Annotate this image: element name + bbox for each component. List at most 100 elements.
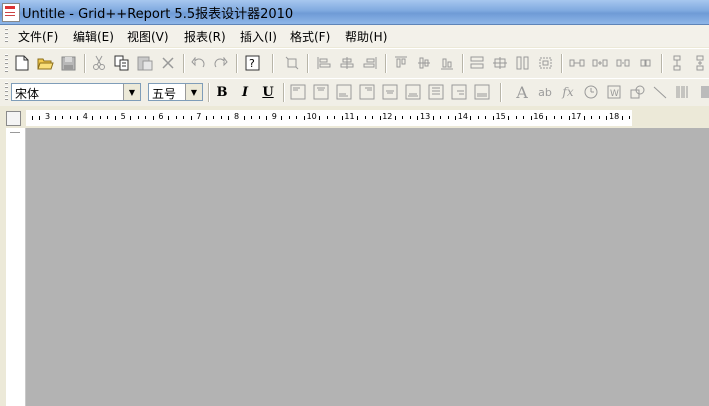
toolbar-grip[interactable] [5,54,8,72]
menu-insert[interactable]: 插入(I) [240,28,277,45]
text-align-bottom-center-icon[interactable] [404,83,422,101]
ruler-tick [31,116,33,120]
vertical-ruler[interactable] [6,128,26,406]
cut-icon[interactable] [90,54,108,72]
underline-button[interactable]: U [259,83,277,101]
toolbar-separator [385,54,387,73]
delete-icon[interactable] [159,54,177,72]
same-size-icon[interactable] [491,54,509,72]
field-box-icon[interactable]: ab [536,83,554,101]
align-center-icon[interactable] [338,54,356,72]
ruler-tick [629,116,631,119]
menu-report[interactable]: 报表(R) [184,28,226,45]
ruler-tick [568,116,570,120]
ruler-tick [39,116,41,120]
text-align-bottom-left-icon[interactable] [335,83,353,101]
decrease-hspace-icon[interactable] [614,54,632,72]
ruler-tick [334,116,336,119]
text-align-middle-right-icon[interactable] [427,83,445,101]
copy-icon[interactable] [113,54,131,72]
ruler-tick [364,116,366,119]
report-design-area[interactable] [26,128,709,406]
menu-edit[interactable]: 编辑(E) [73,28,114,45]
ruler-tick [545,116,547,120]
menu-grip[interactable] [5,28,8,44]
text-align-justify-icon[interactable] [473,83,491,101]
text-align-top-center-icon[interactable] [312,83,330,101]
align-middle-icon[interactable] [415,54,433,72]
ruler-tick [561,116,563,119]
ruler-corner-button[interactable] [6,111,21,126]
ruler-tick [417,116,419,120]
undo-icon[interactable] [189,54,207,72]
help-icon[interactable]: ? [244,54,262,72]
ruler-tick [167,116,169,120]
select-all-icon[interactable] [283,54,301,72]
svg-text:W: W [610,89,619,99]
vertical-spacing-icon[interactable] [668,54,686,72]
menu-file[interactable]: 文件(F) [18,28,58,45]
align-top-icon[interactable] [392,54,410,72]
ruler-number: 7 [196,112,202,121]
redo-icon[interactable] [212,54,230,72]
same-height-icon[interactable] [514,54,532,72]
font-name-select[interactable]: 宋体 ▼ [11,83,141,101]
line-icon[interactable] [651,83,669,101]
horizontal-spacing-icon[interactable] [568,54,586,72]
ruler-tick [341,116,343,120]
ruler-tick [190,116,192,120]
ruler-tick [228,116,230,120]
align-bottom-icon[interactable] [438,54,456,72]
ruler-tick [409,116,411,119]
save-icon[interactable] [59,54,77,72]
align-left-icon[interactable] [315,54,333,72]
text-align-top-left-icon[interactable] [289,83,307,101]
paste-icon[interactable] [136,54,154,72]
system-var-icon[interactable] [582,83,600,101]
ruler-number: 10 [306,112,317,121]
formula-icon[interactable]: fx [559,83,577,101]
text-align-top-right-icon[interactable] [358,83,376,101]
toolbar-separator [208,83,210,102]
memo-icon[interactable]: W [605,83,623,101]
static-text-icon[interactable]: A [513,83,531,102]
app-icon[interactable] [2,3,20,22]
size-grid-icon[interactable] [537,54,555,72]
new-file-icon[interactable] [13,54,31,72]
align-right-icon[interactable] [361,54,379,72]
picture-icon[interactable] [697,83,709,101]
horizontal-ruler[interactable]: 3 4 5 6 7 8 9 10 11 12 13 14 15 16 17 18 [26,110,632,126]
ruler-tick [62,116,64,119]
increase-hspace-icon[interactable] [591,54,609,72]
ruler-number: 12 [382,112,393,121]
text-align-bottom-right-icon[interactable] [450,83,468,101]
font-name-value: 宋体 [15,87,40,101]
menu-format[interactable]: 格式(F) [290,28,330,45]
text-align-center-icon[interactable] [381,83,399,101]
same-width-icon[interactable] [468,54,486,72]
shape-icon[interactable] [628,83,646,101]
bold-button[interactable]: B [213,83,231,101]
ruler-tick [130,116,132,120]
italic-button[interactable]: I [236,83,254,101]
ruler-tick [326,116,328,119]
ruler-number: 8 [234,112,240,121]
toolbar-grip[interactable] [5,82,8,101]
increase-vspace-icon[interactable] [691,54,709,72]
font-size-select[interactable]: 五号 ▼ [148,83,203,101]
ruler-tick [447,116,449,119]
barcode-icon[interactable] [674,83,692,101]
ruler-tick [213,116,215,119]
ruler-number: 3 [45,112,51,121]
menu-view[interactable]: 视图(V) [127,28,169,45]
ruler-number: 9 [271,112,277,121]
menu-help[interactable]: 帮助(H) [345,28,387,45]
ruler-tick [115,116,117,120]
ruler-tick [99,116,101,119]
toolbar-separator [500,83,502,102]
ruler-tick [54,116,56,120]
chevron-down-icon[interactable]: ▼ [123,84,140,100]
remove-hspace-icon[interactable] [637,54,655,72]
open-folder-icon[interactable] [36,54,54,72]
chevron-down-icon[interactable]: ▼ [185,84,202,100]
